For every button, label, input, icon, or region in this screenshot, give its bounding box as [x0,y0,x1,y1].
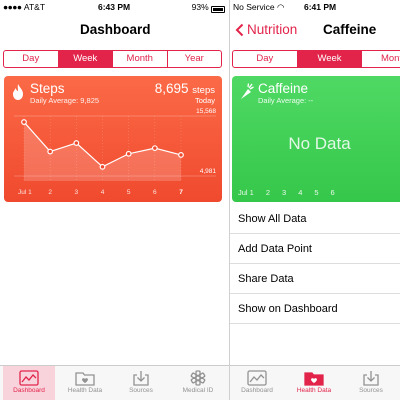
segment-week[interactable]: Week [58,51,113,67]
time-range-segmented-control: Day Week Month [232,50,400,68]
chart-x-tick-label: 4 [101,189,105,196]
carrot-icon [241,83,254,99]
dashboard-chart-icon [19,370,39,386]
card-period: Today [194,96,215,105]
wifi-icon: ◠ [276,2,285,12]
tab-health-data[interactable]: Health Data [60,366,110,400]
asterisk-icon [190,370,206,386]
tab-dashboard[interactable]: Dashboard [232,366,282,400]
chart-point [125,150,132,157]
tab-medical-id[interactable]: Medical ID [172,366,224,400]
card-daily-average: Daily Average: 9,825 [30,96,100,105]
back-button[interactable]: Nutrition [235,22,297,37]
no-data-label: No Data [288,134,351,153]
share-data-item[interactable]: Share Data [230,264,400,294]
tab-bar: Dashboard Health Data Sources [230,365,400,400]
status-carrier: No Service ◠ [233,2,285,12]
chevron-left-icon [235,23,244,36]
carrier-signal: ●●●● AT&T [3,2,46,12]
folder-heart-icon [304,372,324,386]
caffeine-screen: No Service ◠ 6:41 PM Nutrition Caffeine … [229,0,400,400]
card-title: Caffeine [258,81,309,96]
x-axis-labels: Jul 1 2 3 4 5 6 [238,188,335,197]
segment-month[interactable]: Month [113,51,168,67]
chart-point [47,148,54,155]
add-data-point-item[interactable]: Add Data Point [230,234,400,264]
nav-bar: Dashboard [0,14,229,46]
chart-point [21,119,27,125]
chart-point [99,163,106,170]
back-label: Nutrition [247,22,298,37]
download-tray-icon [133,371,149,386]
chart-point [73,140,80,146]
battery-icon [211,6,225,13]
card-title: Steps [30,81,65,96]
segment-day[interactable]: Day [4,51,59,67]
segment-year[interactable]: Year [168,51,222,67]
page-title: Caffeine [323,22,377,37]
tab-dashboard[interactable]: Dashboard [3,366,55,400]
tab-sources[interactable]: Sources [346,366,396,400]
page-title: Dashboard [80,22,151,37]
caffeine-card: Caffeine Daily Average: -- No Data Jul 1… [232,76,400,202]
download-tray-icon [363,371,379,386]
dashboard-screen: ●●●● AT&T 6:43 PM 93% Dashboard Day Week… [0,0,229,400]
show-on-dashboard-item[interactable]: Show on Dashboard [230,294,400,324]
chart-point [151,145,158,152]
flame-icon [13,84,23,100]
chart-x-tick-label: 2 [48,189,52,196]
card-daily-average: Daily Average: -- [258,96,314,105]
segment-week[interactable]: Week [297,51,363,67]
tab-health-data[interactable]: Health Data [288,366,340,400]
tab-sources[interactable]: Sources [117,366,165,400]
chart-x-tick-label: 6 [153,189,157,196]
status-time: 6:41 PM [304,2,337,12]
show-all-data-item[interactable]: Show All Data [230,204,400,234]
chart-x-tick-label: 3 [75,189,79,196]
caffeine-actions-list: Show All Data Add Data Point Share Data … [230,204,400,324]
nav-bar: Nutrition Caffeine [230,14,400,46]
chart-x-tick-label: 5 [127,189,131,196]
steps-card[interactable]: 15,568 4,981 Jul 1 2 3 4 5 6 7 Steps Daily Avera… [4,76,222,202]
time-range-segmented-control: Day Week Month Year [3,50,222,68]
status-battery: 93% [192,2,225,13]
status-time: 6:43 PM [98,2,131,12]
chart-x-tick-label: Jul 1 [18,189,32,196]
chart-point [178,152,184,158]
status-bar: ●●●● AT&T 6:43 PM 93% [0,0,229,14]
segment-month[interactable]: Month [362,51,400,67]
folder-heart-icon [75,372,95,386]
chart-x-tick-label: 7 [179,189,183,196]
status-bar: No Service ◠ 6:41 PM [230,0,400,14]
card-value: 8,695 steps [154,81,215,96]
dashboard-chart-icon [247,370,267,386]
segment-day[interactable]: Day [233,51,298,67]
chart-max-label: 15,568 [196,108,216,115]
chart-min-label: 4,981 [200,168,217,175]
tab-bar: Dashboard Health Data Sources Medical ID [0,365,229,400]
